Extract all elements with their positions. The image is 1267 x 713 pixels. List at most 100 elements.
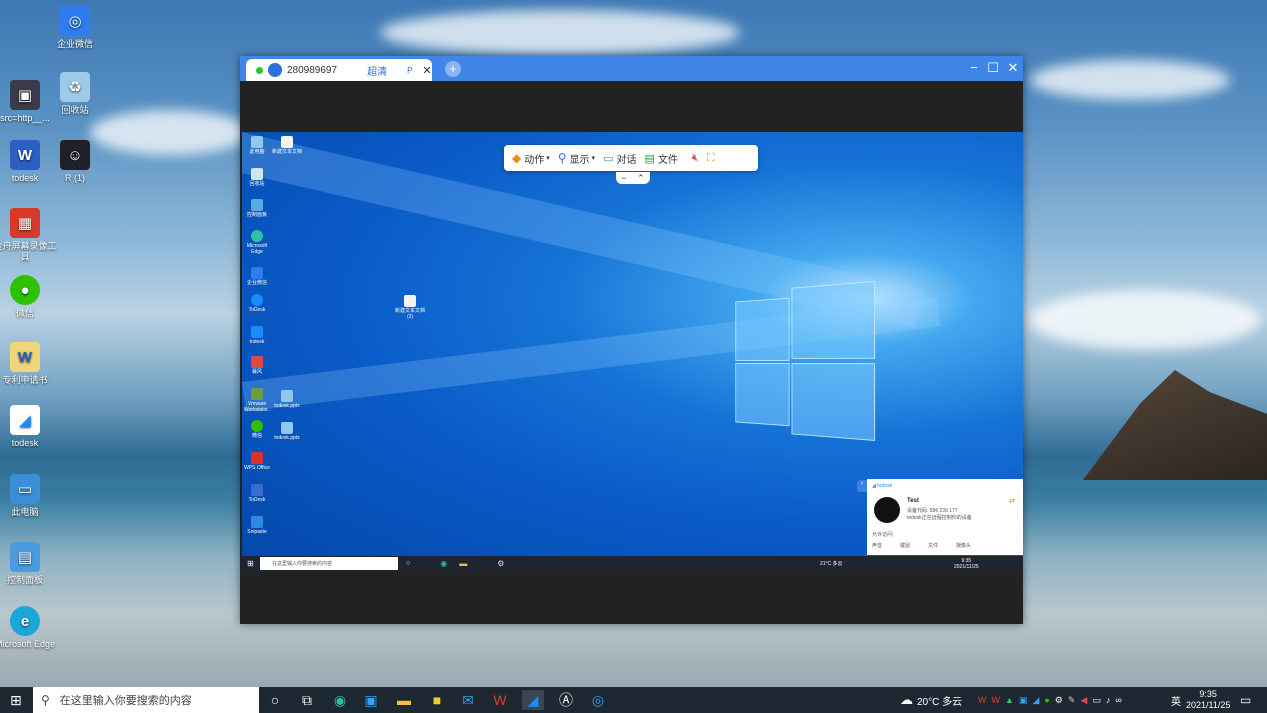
remote-icon-snipaste[interactable]: Snipaste	[242, 516, 272, 535]
remote-icon-todesk-c[interactable]: ToDesk	[242, 484, 272, 503]
tray-wechat-icon[interactable]: ●	[1044, 695, 1049, 705]
remote-search-box[interactable]: 在这里输入你要搜索的内容	[260, 557, 398, 570]
remote-file-pptx-1[interactable]: todesk.pptx	[272, 390, 302, 409]
input-language[interactable]: 英	[1171, 687, 1181, 713]
network-icon[interactable]: ▭	[1092, 695, 1101, 706]
remote-icon-storm[interactable]: 暴风	[242, 356, 272, 375]
fullscreen-button[interactable]: ⛶	[707, 152, 715, 165]
notification-icon[interactable]: ▭	[1240, 687, 1251, 713]
collapse-up-icon[interactable]: ⌃	[637, 173, 645, 184]
remote-explorer-icon[interactable]: ▬	[459, 559, 467, 568]
tray-volume-muted-icon[interactable]: ◀	[1080, 695, 1087, 706]
clock[interactable]: 9:35 2021/11/25	[1186, 687, 1230, 713]
remote-icon-wecom[interactable]: 企业微信	[242, 267, 272, 286]
mail-icon[interactable]: ✉	[457, 690, 479, 710]
perm-file[interactable]: 文件	[928, 542, 938, 549]
remote-icon-todesk-a[interactable]: ToDesk	[242, 294, 272, 313]
remote-taskview-icon[interactable]: ○	[406, 560, 410, 567]
desktop-icon-recycle-bin[interactable]: ♻ 回收站	[40, 72, 110, 116]
link-icon[interactable]: ∞	[1115, 695, 1121, 705]
mute-button[interactable]: 🔇︎	[686, 152, 699, 165]
file-button[interactable]: ▤ 文件	[644, 151, 677, 166]
tray-app-icon-3[interactable]: ⚙	[1055, 695, 1063, 706]
tray-app-icon[interactable]: ▲	[1005, 695, 1014, 705]
volume-icon[interactable]: ♪	[1106, 695, 1111, 705]
desktop-icon-patent-doc[interactable]: W 专利申请书	[0, 342, 60, 386]
start-icon[interactable]: ⊞	[10, 692, 22, 709]
remote-icon-vmware[interactable]: Vmware Workstatio..	[242, 388, 272, 413]
remote-edge-icon[interactable]: ◉	[440, 559, 447, 568]
remote-control-window[interactable]: 280989697 超清 P ✕ + − ☐ ✕ 此电脑 回收站 控制面板 Mi…	[240, 56, 1023, 624]
system-tray-icons: W W ▲ ▣ ◢ ● ⚙ ✎ ◀ ▭ ♪ ∞	[978, 687, 1127, 713]
app-a-icon[interactable]: Ⓐ	[555, 690, 577, 710]
remote-icon-this-pc[interactable]: 此电脑	[242, 136, 272, 155]
task-view-icon[interactable]: ⧉	[296, 690, 318, 710]
remote-icon-wechat[interactable]: 微信	[242, 420, 272, 439]
store-icon[interactable]: ▣	[360, 690, 382, 710]
desktop-icon-screen-recorder[interactable]: ▦ 金舟屏幕录像工具	[0, 208, 60, 263]
tray-app-icon-2[interactable]: ▣	[1019, 695, 1028, 706]
remote-file-new-txt[interactable]: 新建文本文档	[272, 136, 302, 155]
cortana-icon[interactable]: ○	[264, 690, 286, 710]
screen-recorder-icon: ▦	[10, 208, 40, 238]
tab-close-icon[interactable]: ✕	[422, 64, 431, 77]
maximize-button[interactable]: ☐	[985, 60, 1001, 76]
tray-todesk-icon[interactable]: ◢	[1032, 695, 1039, 706]
popup-device-code: 设备代码: 586 239 177	[907, 508, 958, 514]
windows-logo-wallpaper	[735, 280, 876, 442]
wecom-taskbar-icon[interactable]: ◎	[587, 690, 609, 710]
session-tab[interactable]: 280989697 超清 P ✕	[246, 59, 432, 81]
chat-button[interactable]: ▭ 对话	[603, 151, 636, 166]
desktop-icon-this-pc[interactable]: ▭ 此电脑	[0, 474, 60, 518]
control-panel-icon: ▤	[10, 542, 40, 572]
edge-taskbar-icon[interactable]: ◉	[329, 690, 351, 710]
remote-icon-recycle[interactable]: 回收站	[242, 168, 272, 187]
quality-label[interactable]: 超清	[367, 63, 387, 78]
desktop-icon-r1[interactable]: ☺ R (1)	[40, 140, 110, 184]
desktop-icon-edge[interactable]: e Microsoft Edge	[0, 606, 60, 650]
remote-icon-control-panel[interactable]: 控制面板	[242, 199, 272, 218]
remote-file-new-txt-2[interactable]: 新建文本文档 (2)	[395, 295, 425, 320]
close-button[interactable]: ✕	[1005, 60, 1021, 76]
taskbar-search-box[interactable]: ⚲ 在这里输入你要搜索的内容	[33, 687, 259, 713]
desktop-icon-control-panel[interactable]: ▤ 控制面板	[0, 542, 60, 586]
action-menu[interactable]: ◆ 动作 ▾	[512, 151, 550, 166]
perm-mouse[interactable]: 键鼠	[900, 542, 910, 549]
document-icon: W	[10, 342, 40, 372]
wecom-icon: ◎	[60, 6, 90, 36]
search-placeholder: 在这里输入你要搜索的内容	[59, 695, 192, 707]
tray-app-icon-4[interactable]: ✎	[1068, 695, 1076, 706]
file-explorer-icon[interactable]: ▬	[393, 690, 415, 710]
remote-start-icon[interactable]: ⊞	[247, 559, 254, 568]
perm-camera[interactable]: 摄像头	[956, 542, 971, 549]
wps-tray-icon-2[interactable]: W	[992, 695, 1001, 705]
chat-icon: ▭	[603, 152, 614, 165]
remote-icon-edge[interactable]: Microsoft Edge	[242, 230, 272, 255]
remote-icon-todesk-b[interactable]: todesk	[242, 326, 272, 345]
wps-icon[interactable]: W	[489, 690, 511, 710]
photo-file-icon: ☺	[60, 140, 90, 170]
toolbar-collapse-tab[interactable]: − ⌃	[616, 172, 650, 184]
window-titlebar[interactable]: 280989697 超清 P ✕ + − ☐ ✕	[240, 56, 1023, 81]
remote-file-pptx-2[interactable]: todesk.pptx	[272, 422, 302, 441]
todesk-taskbar-icon[interactable]: ◢	[522, 690, 544, 710]
sticky-notes-icon[interactable]: ■	[426, 690, 448, 710]
desktop-icon-wechat[interactable]: ● 微信	[0, 275, 60, 319]
minimize-button[interactable]: −	[966, 60, 982, 76]
weather-widget[interactable]: ☁ 20°C 多云	[900, 687, 962, 713]
popup-link-icon[interactable]: ⇄	[1009, 497, 1015, 505]
popup-expand-icon[interactable]: ›	[857, 480, 867, 492]
perm-sound[interactable]: 声音	[872, 542, 882, 549]
remote-settings-icon[interactable]: ⚙	[497, 559, 504, 568]
collapse-minus-icon[interactable]: −	[621, 173, 626, 183]
remote-icon-wps[interactable]: WPS Office	[242, 452, 272, 471]
todesk-connection-popup: › ◢ todesk Test 设备代码: 586 239 177 todesk…	[857, 479, 1023, 555]
new-tab-button[interactable]: +	[445, 61, 461, 77]
display-menu[interactable]: ⚲ 显示 ▾	[558, 151, 595, 166]
remote-desktop-view[interactable]: 此电脑 回收站 控制面板 Microsoft Edge 企业微信 ToDesk …	[242, 132, 1023, 571]
wps-tray-icon[interactable]: W	[978, 695, 987, 705]
desktop-icon-wecom[interactable]: ◎ 企业微信	[40, 6, 110, 50]
tab-extra: P	[407, 65, 413, 75]
desktop-icon-todesk-app[interactable]: ◢ todesk	[0, 405, 60, 449]
wechat-icon: ●	[10, 275, 40, 305]
